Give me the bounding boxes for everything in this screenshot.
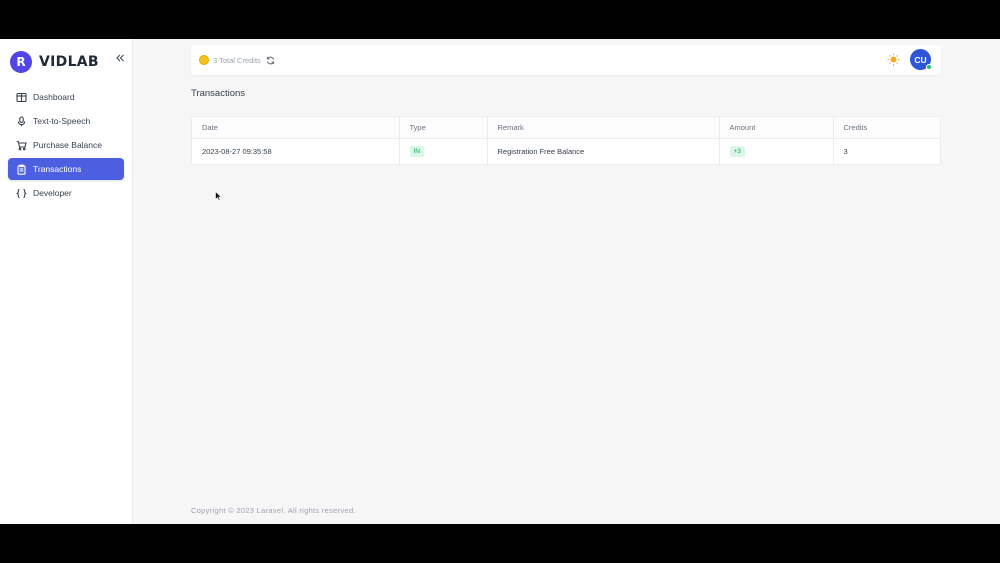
app-window: R VIDLAB Dashboard Text-to-Speech Purcha… xyxy=(0,39,1000,524)
footer-copyright: Copyright © 2023 Laravel. All rights res… xyxy=(191,506,356,515)
column-header-remark: Remark xyxy=(487,117,720,139)
sidebar-item-label: Developer xyxy=(33,188,72,198)
topbar: 3 Total Credits CU xyxy=(191,45,941,75)
sidebar-item-transactions[interactable]: Transactions xyxy=(8,158,124,180)
cell-remark: Registration Free Balance xyxy=(487,138,720,164)
topbar-actions: CU xyxy=(886,49,932,70)
cell-amount: +3 xyxy=(719,138,834,164)
chevrons-left-icon xyxy=(116,54,124,62)
sidebar-item-text-to-speech[interactable]: Text-to-Speech xyxy=(8,110,124,132)
table-header-row: Date Type Remark Amount Credits xyxy=(192,117,940,139)
sidebar-item-label: Purchase Balance xyxy=(33,140,102,150)
brand-logo-icon: R xyxy=(10,51,32,73)
main-content: 3 Total Credits CU Transactions Date Typ… xyxy=(133,39,1000,524)
cell-type: IN xyxy=(399,138,488,164)
sidebar-item-label: Transactions xyxy=(33,164,82,174)
letterbox-bottom xyxy=(0,524,1000,563)
sidebar-item-developer[interactable]: Developer xyxy=(8,182,124,204)
type-badge: IN xyxy=(409,145,424,157)
avatar-initials: CU xyxy=(914,54,927,65)
online-status-dot xyxy=(926,64,932,70)
cell-date: 2023-08-27 09:35:58 xyxy=(192,138,400,164)
amount-badge: +3 xyxy=(729,145,745,157)
brand-logo-letter: R xyxy=(16,55,26,69)
sun-icon[interactable] xyxy=(886,53,900,67)
mouse-cursor-icon xyxy=(215,191,222,201)
braces-icon xyxy=(15,187,27,199)
page-title: Transactions xyxy=(191,88,246,99)
layout-icon xyxy=(15,91,27,103)
refresh-icon[interactable] xyxy=(266,56,275,65)
sidebar-item-label: Dashboard xyxy=(33,92,75,102)
sidebar: R VIDLAB Dashboard Text-to-Speech Purcha… xyxy=(0,39,133,524)
sidebar-item-dashboard[interactable]: Dashboard xyxy=(8,86,124,108)
microphone-icon xyxy=(15,115,27,127)
cart-icon xyxy=(15,139,27,151)
cell-credits: 3 xyxy=(843,146,848,156)
brand-name: VIDLAB xyxy=(39,54,99,70)
sidebar-nav: Dashboard Text-to-Speech Purchase Balanc… xyxy=(0,86,132,204)
collapse-sidebar-button[interactable] xyxy=(113,51,127,65)
letterbox-top xyxy=(0,0,1000,39)
column-header-credits: Credits xyxy=(833,117,940,139)
transactions-table: Date Type Remark Amount Credits 2023-08-… xyxy=(191,116,941,165)
total-credits-label: 3 Total Credits xyxy=(213,55,261,65)
column-header-date: Date xyxy=(192,117,400,139)
column-header-amount: Amount xyxy=(719,117,834,139)
column-header-type: Type xyxy=(399,117,488,139)
clipboard-icon xyxy=(15,163,27,175)
avatar[interactable]: CU xyxy=(910,49,932,70)
sidebar-item-label: Text-to-Speech xyxy=(33,116,91,126)
sidebar-item-purchase-balance[interactable]: Purchase Balance xyxy=(8,134,124,156)
table-row: 2023-08-27 09:35:58 IN Registration Free… xyxy=(192,138,940,164)
coin-icon xyxy=(199,55,209,65)
